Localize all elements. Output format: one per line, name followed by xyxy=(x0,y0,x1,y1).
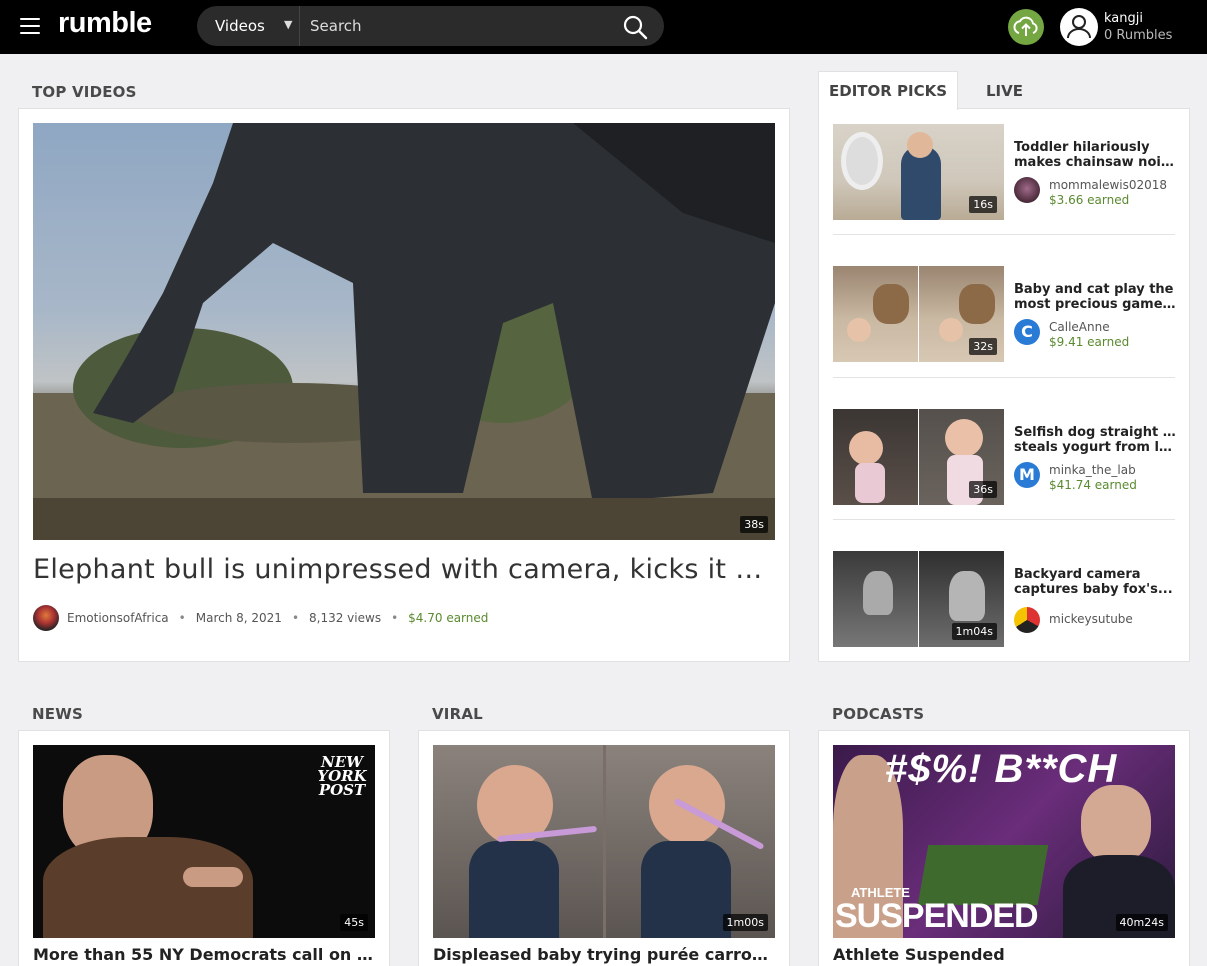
fox-shape xyxy=(949,571,985,621)
new-york-post-logo: NEW YORK POST xyxy=(317,753,367,799)
news-heading: NEWS xyxy=(32,705,83,723)
duration-badge: 1m04s xyxy=(951,623,997,640)
pick-thumbnail[interactable]: 1m04s xyxy=(833,551,1004,647)
bib-shape xyxy=(641,841,731,938)
top-video-meta: EmotionsofAfrica • March 8, 2021 • 8,132… xyxy=(33,605,488,631)
top-video-title[interactable]: Elephant bull is unimpressed with camera… xyxy=(33,554,775,585)
pick-title[interactable]: Toddler hilariously makes chainsaw noise.… xyxy=(1014,140,1176,170)
duration-badge: 45s xyxy=(340,914,368,931)
username[interactable]: kangji xyxy=(1104,11,1143,26)
earned-amount: $9.41 earned xyxy=(1049,335,1130,349)
person-head-shape xyxy=(1081,785,1151,863)
mirror-shape xyxy=(841,132,883,190)
user-icon xyxy=(1067,15,1091,39)
podcast-overlay-headline: SUSPENDED xyxy=(835,897,1039,935)
viral-video-title[interactable]: Displeased baby trying purée carrots for… xyxy=(433,945,775,964)
separator-dot: • xyxy=(178,611,186,625)
baby-shape xyxy=(939,318,963,342)
rumble-logo[interactable]: rumble xyxy=(58,7,152,40)
video-date: March 8, 2021 xyxy=(195,611,282,625)
duration-badge: 38s xyxy=(740,516,768,533)
search-input[interactable] xyxy=(299,6,609,46)
tab-live[interactable]: LIVE xyxy=(986,82,1023,100)
duration-badge: 32s xyxy=(969,338,997,355)
podcast-thumbnail[interactable]: #$%! B**CH ATHLETE SUSPENDED 40m24s xyxy=(833,745,1175,938)
pick-thumbnail[interactable]: 16s xyxy=(833,124,1004,220)
divider xyxy=(833,234,1175,235)
chevron-down-icon[interactable]: ▼ xyxy=(284,18,292,31)
duration-badge: 16s xyxy=(969,196,997,213)
toddler-shape xyxy=(855,463,885,503)
toddler-head-shape xyxy=(849,431,883,465)
person-jacket-shape xyxy=(43,837,253,938)
pick-item: 1m04s Backyard camera captures baby fox's… xyxy=(833,551,1175,647)
search-bar: Videos ▼ xyxy=(197,6,664,46)
channel-avatar[interactable]: C xyxy=(1014,319,1040,345)
top-videos-heading: TOP VIDEOS xyxy=(32,83,137,101)
earned-amount: $3.66 earned xyxy=(1049,193,1130,207)
duration-badge: 40m24s xyxy=(1115,914,1168,931)
channel-name[interactable]: EmotionsofAfrica xyxy=(67,611,169,625)
channel-name[interactable]: mommalewis02018 xyxy=(1049,178,1167,192)
user-avatar[interactable] xyxy=(1060,8,1098,46)
separator-dot: • xyxy=(391,611,399,625)
baby-shape xyxy=(847,318,871,342)
channel-name[interactable]: mickeysutube xyxy=(1049,612,1133,626)
pick-item: 36s Selfish dog straight up steals yogurt… xyxy=(833,409,1176,505)
channel-name[interactable]: minka_the_lab xyxy=(1049,463,1136,477)
news-thumbnail[interactable]: NEW YORK POST 45s xyxy=(33,745,375,938)
top-navigation-bar: rumble Videos ▼ kangji 0 Rumbles xyxy=(0,0,1207,54)
earned-amount: $41.74 earned xyxy=(1049,478,1137,492)
earned-amount: $4.70 earned xyxy=(408,611,489,625)
toddler-head-shape xyxy=(907,132,933,158)
pick-item: 16s Toddler hilariously makes chainsaw no… xyxy=(833,124,1176,220)
pick-title[interactable]: Baby and cat play the most precious game … xyxy=(1014,282,1176,312)
rumbles-count: 0 Rumbles xyxy=(1104,28,1173,43)
viral-heading: VIRAL xyxy=(432,705,483,723)
viral-thumbnail[interactable]: 1m00s xyxy=(433,745,775,938)
toddler-head-shape xyxy=(945,419,983,457)
pick-title[interactable]: Selfish dog straight up steals yogurt fro… xyxy=(1014,425,1176,455)
upload-button[interactable] xyxy=(1008,9,1044,45)
tab-editor-picks[interactable]: EDITOR PICKS xyxy=(818,71,959,110)
podcast-video-title[interactable]: Athlete Suspended xyxy=(833,945,1175,964)
top-video-thumbnail[interactable]: 38s xyxy=(33,123,775,540)
channel-avatar[interactable] xyxy=(1014,177,1040,203)
pick-thumbnail[interactable]: 32s xyxy=(833,266,1004,362)
divider xyxy=(833,519,1175,520)
view-count: 8,132 views xyxy=(309,611,382,625)
news-video-title[interactable]: More than 55 NY Democrats call on An... xyxy=(33,945,375,964)
pick-thumbnail[interactable]: 36s xyxy=(833,409,1004,505)
duration-badge: 36s xyxy=(969,481,997,498)
channel-avatar[interactable] xyxy=(33,605,59,631)
fox-shape xyxy=(863,571,893,615)
bib-shape xyxy=(469,841,559,938)
hand-shape xyxy=(183,867,243,887)
channel-avatar[interactable] xyxy=(1014,607,1040,633)
podcast-overlay-text: #$%! B**CH xyxy=(885,747,1118,791)
field-shape xyxy=(917,845,1049,905)
channel-name[interactable]: CalleAnne xyxy=(1049,320,1110,334)
separator-dot: • xyxy=(291,611,300,625)
elephant-image xyxy=(33,123,775,540)
channel-avatar[interactable]: M xyxy=(1014,462,1040,488)
upload-cloud-icon xyxy=(1013,16,1038,36)
cat-shape xyxy=(959,284,995,324)
pick-title[interactable]: Backyard camera captures baby fox's... xyxy=(1014,567,1176,597)
pick-item: 32s Baby and cat play the most precious g… xyxy=(833,266,1176,362)
menu-icon[interactable] xyxy=(20,18,40,34)
search-icon[interactable] xyxy=(621,13,649,41)
divider xyxy=(833,377,1175,378)
cat-shape xyxy=(873,284,909,324)
podcasts-heading: PODCASTS xyxy=(832,705,925,723)
duration-badge: 1m00s xyxy=(722,914,768,931)
